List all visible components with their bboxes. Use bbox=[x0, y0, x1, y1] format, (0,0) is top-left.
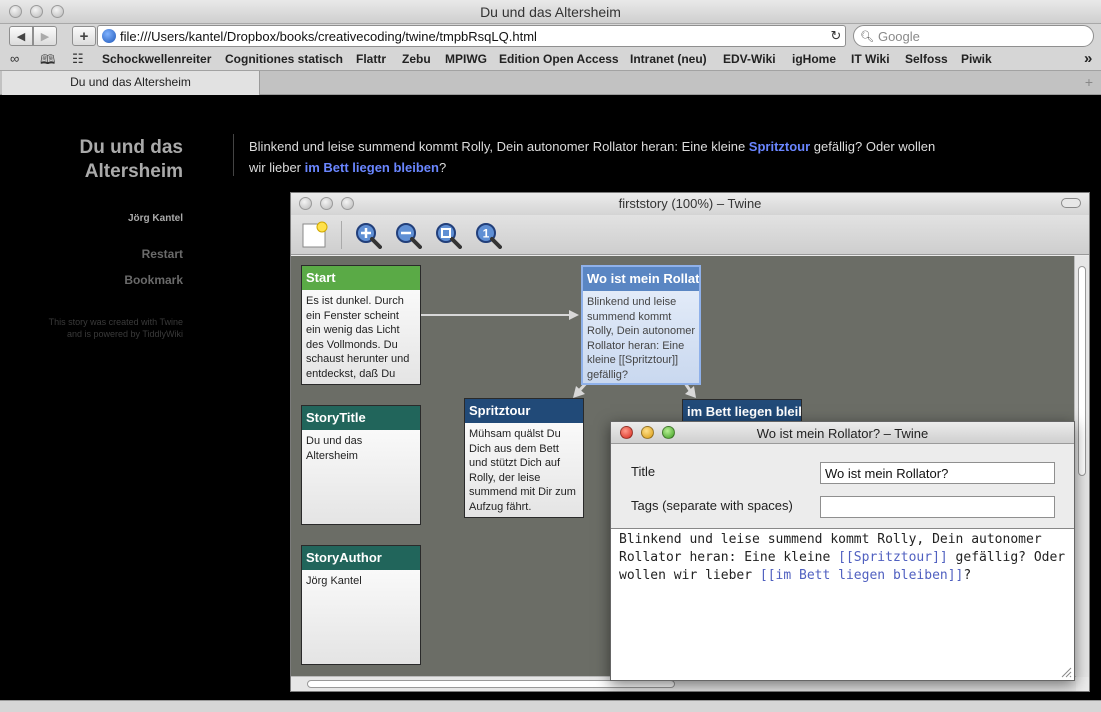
url-text: file:///Users/kantel/Dropbox/books/creat… bbox=[120, 28, 537, 44]
tags-label: Tags (separate with spaces) bbox=[631, 498, 793, 513]
passage-text-editor[interactable]: Blinkend und leise summend kommt Rolly, … bbox=[611, 528, 1074, 680]
search-placeholder: Google bbox=[877, 28, 920, 44]
svg-text:1: 1 bbox=[483, 227, 490, 241]
tags-input[interactable] bbox=[820, 496, 1055, 518]
passage-card-excerpt: Du und das Altersheim bbox=[306, 435, 363, 462]
passage-text-part: Blinkend und leise summend kommt Rolly, … bbox=[249, 139, 749, 154]
bookmark-item[interactable]: Schockwellenreiter bbox=[102, 52, 211, 66]
passage-card-excerpt: Es ist dunkel. Durch ein Fenster scheint… bbox=[306, 295, 410, 380]
zoom-in-icon[interactable] bbox=[354, 221, 382, 249]
bookmark-item[interactable]: Flattr bbox=[356, 52, 386, 66]
scroll-thumb[interactable] bbox=[307, 680, 675, 688]
browser-titlebar: Du und das Altersheim bbox=[0, 0, 1101, 24]
vertical-scrollbar[interactable] bbox=[1074, 256, 1089, 677]
globe-icon bbox=[102, 29, 116, 43]
passage-card-spritztour[interactable]: Spritztour Mühsam quälst Du Dich aus dem… bbox=[464, 398, 584, 518]
bookmark-item[interactable]: Zebu bbox=[402, 52, 431, 66]
powered-by-text: This story was created with Twine and is… bbox=[48, 317, 183, 339]
passage-card-excerpt: Mühsam quälst Du Dich aus dem Bett und s… bbox=[469, 428, 576, 513]
bookmark-item[interactable]: Piwik bbox=[961, 52, 992, 66]
bookmark-item[interactable]: Intranet (neu) bbox=[630, 52, 707, 66]
twine-titlebar: firststory (100%) – Twine bbox=[291, 193, 1089, 215]
divider bbox=[233, 134, 234, 176]
zoom-fit-icon[interactable] bbox=[434, 221, 462, 249]
reload-icon[interactable]: ↻ bbox=[827, 28, 845, 44]
bookmark-link[interactable]: Bookmark bbox=[40, 273, 183, 287]
open-book-icon[interactable]: 🕮︎ bbox=[40, 51, 55, 73]
zoom-out-icon[interactable] bbox=[394, 221, 422, 249]
passage-card-excerpt: Jörg Kantel bbox=[306, 575, 362, 587]
window-title: Du und das Altersheim bbox=[480, 4, 621, 20]
reading-glasses-icon[interactable]: ∞ bbox=[10, 51, 19, 66]
search-field[interactable]: 🔍︎ Google bbox=[853, 25, 1094, 47]
passage-card-storytitle[interactable]: StoryTitle Du und das Altersheim bbox=[301, 405, 421, 525]
address-bar[interactable]: file:///Users/kantel/Dropbox/books/creat… bbox=[97, 25, 846, 47]
add-bookmark-button[interactable]: + bbox=[72, 26, 96, 46]
im-bett-link[interactable]: im Bett liegen bleiben bbox=[305, 160, 439, 175]
passage-card-start[interactable]: Start Es ist dunkel. Durch ein Fenster s… bbox=[301, 265, 421, 385]
bookmarks-overflow-icon[interactable]: » bbox=[1084, 50, 1092, 67]
forward-button[interactable]: ▶ bbox=[33, 26, 57, 46]
browser-toolbar: ◀ ▶ + file:///Users/kantel/Dropbox/books… bbox=[0, 24, 1101, 49]
passage-card-excerpt: Blinkend und leise summend kommt Rolly, … bbox=[587, 296, 696, 381]
bookmark-item[interactable]: EDV-Wiki bbox=[723, 52, 776, 66]
passage-card-storyauthor[interactable]: StoryAuthor Jörg Kantel bbox=[301, 545, 421, 665]
spritztour-link[interactable]: Spritztour bbox=[749, 139, 810, 154]
passage-text: Blinkend und leise summend kommt Rolly, … bbox=[249, 136, 949, 178]
editor-window-title: Wo ist mein Rollator? – Twine bbox=[756, 426, 929, 441]
toolbar-toggle-button[interactable] bbox=[1061, 198, 1081, 208]
passage-card-title: Start bbox=[302, 266, 420, 290]
twine-toolbar: 1 bbox=[291, 215, 1089, 255]
magnifier-icon: 🔍︎ bbox=[860, 30, 874, 43]
plus-icon: + bbox=[79, 27, 89, 45]
bookmark-item[interactable]: Selfoss bbox=[905, 52, 948, 66]
passage-card-title: Spritztour bbox=[465, 399, 583, 423]
passage-text-part: ? bbox=[438, 160, 447, 175]
editor-text-part: ? bbox=[963, 568, 972, 583]
bookmark-item[interactable]: igHome bbox=[792, 52, 836, 66]
passage-editor-window: Wo ist mein Rollator? – Twine Title Wo i… bbox=[610, 421, 1075, 681]
new-passage-icon[interactable] bbox=[301, 221, 329, 249]
twine-window-title: firststory (100%) – Twine bbox=[618, 196, 762, 211]
grid-icon[interactable]: ☷ bbox=[72, 51, 84, 67]
tab-bar: Du und das Altersheim + bbox=[0, 71, 1101, 95]
bookmark-item[interactable]: IT Wiki bbox=[851, 52, 890, 66]
forward-arrow-icon: ▶ bbox=[40, 30, 50, 43]
passage-card-title: StoryAuthor bbox=[302, 546, 420, 570]
passage-card-title: Wo ist mein Rollator? bbox=[583, 267, 699, 291]
title-label: Title bbox=[631, 464, 656, 479]
back-arrow-icon: ◀ bbox=[16, 30, 26, 43]
story-author: Jörg Kantel bbox=[127, 213, 183, 224]
new-tab-icon[interactable]: + bbox=[1085, 74, 1093, 90]
editor-link-spritztour: [[Spritztour]] bbox=[838, 550, 948, 565]
passage-card-title: StoryTitle bbox=[302, 406, 420, 430]
story-title: Du und das Altersheim bbox=[79, 137, 183, 182]
bookmark-item[interactable]: Edition Open Access bbox=[499, 52, 619, 66]
editor-titlebar: Wo ist mein Rollator? – Twine bbox=[611, 422, 1074, 444]
browser-statusbar bbox=[0, 700, 1101, 712]
resize-grip-icon[interactable] bbox=[1060, 666, 1072, 678]
bookmark-item[interactable]: MPIWG bbox=[445, 52, 487, 66]
toolbar-separator bbox=[341, 221, 342, 249]
tab-active[interactable]: Du und das Altersheim bbox=[2, 71, 260, 95]
bookmark-item[interactable]: Cognitiones statisch bbox=[225, 52, 343, 66]
passage-card-wo-ist-mein-rollator[interactable]: Wo ist mein Rollator? Blinkend und leise… bbox=[581, 265, 701, 385]
restart-link[interactable]: Restart bbox=[40, 247, 183, 261]
arrowhead bbox=[569, 310, 579, 320]
bookmarks-bar: ∞ 🕮︎ ☷ Schockwellenreiter Cognitiones st… bbox=[0, 49, 1101, 71]
zoom-actual-icon[interactable]: 1 bbox=[474, 221, 502, 249]
scroll-thumb[interactable] bbox=[1078, 266, 1086, 476]
back-button[interactable]: ◀ bbox=[9, 26, 33, 46]
editor-link-im-bett: [[im Bett liegen bleiben]] bbox=[759, 568, 964, 583]
title-input[interactable]: Wo ist mein Rollator? bbox=[820, 462, 1055, 484]
